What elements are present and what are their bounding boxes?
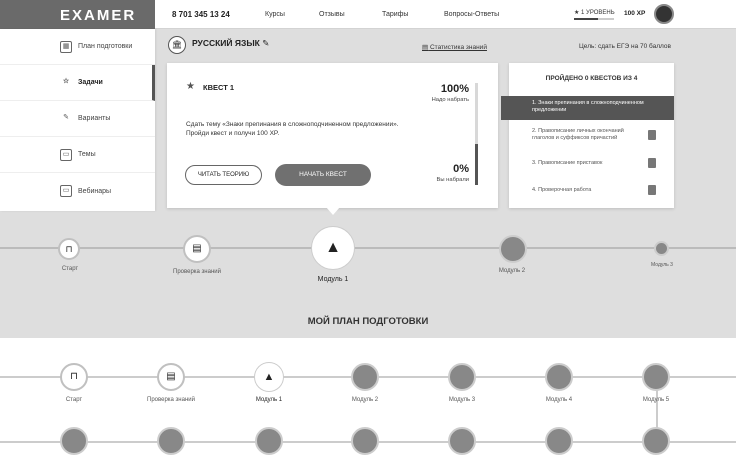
sidebar-item-label: План подготовки	[78, 43, 133, 50]
need-label: Надо набрать	[431, 97, 469, 103]
plan-node-module4[interactable]	[545, 363, 573, 391]
quest-list: ПРОЙДЕНО 0 КВЕСТОВ ИЗ 4 1. Знаки препина…	[501, 63, 674, 208]
sidebar-item-label: Вебинары	[78, 187, 112, 195]
logo[interactable]: EXAMER	[0, 0, 155, 29]
edit-icon[interactable]: ✎	[262, 38, 269, 48]
timeline-node-module2[interactable]	[499, 235, 527, 263]
pointer-arrow	[326, 207, 340, 215]
star-icon: ★	[186, 81, 195, 92]
book-icon: ▤	[166, 371, 176, 382]
sidebar-item-label: Задачи	[78, 79, 103, 86]
book-icon: ▤	[192, 243, 202, 254]
monitor-icon: ▭	[60, 185, 72, 197]
subject-icon: 🏛	[168, 36, 186, 54]
sidebar-item-label: Темы	[78, 151, 96, 158]
start-quest-button[interactable]: НАЧАТЬ КВЕСТ	[275, 164, 371, 186]
plan-node-row2[interactable]	[60, 427, 88, 455]
plan-node-row2[interactable]	[448, 427, 476, 455]
top-header: EXAMER 8 701 345 13 24 Курсы Отзывы Тари…	[0, 0, 736, 29]
quest-title: КВЕСТ 1	[203, 83, 235, 92]
plan-node-module5[interactable]	[642, 363, 670, 391]
level-badge: ★ 1 УРОВЕНЬ	[574, 10, 615, 16]
plan-label-module5: Модуль 5	[642, 397, 670, 403]
stats-link-label: Статистика знаний	[429, 44, 487, 51]
plan-label-module4: Модуль 4	[545, 397, 573, 403]
folder-icon: ▭	[60, 148, 72, 161]
sidebar: ▦ План подготовки ☆ Задачи ✎ Варианты ▭ Темы…	[0, 29, 155, 211]
timeline-node-check[interactable]: ▤	[183, 235, 211, 263]
goal-text: Цель: сдать ЕГЭ на 70 баллов	[579, 43, 671, 50]
flag-icon: ⊓	[70, 371, 78, 382]
timeline-track	[0, 247, 736, 249]
phone-number: 8 701 345 13 24	[172, 10, 230, 19]
quest-item-2[interactable]: 2. Правописание личных окончаний глаголо…	[509, 128, 644, 142]
quest-description: Сдать тему «Знаки препинания в сложнопод…	[186, 121, 399, 137]
quest-list-header: ПРОЙДЕНО 0 КВЕСТОВ ИЗ 4	[545, 75, 638, 82]
lock-icon	[648, 158, 656, 168]
sidebar-item-topics[interactable]: ▭ Темы	[0, 137, 155, 173]
plan-label-module1: Модуль 1	[255, 397, 283, 403]
plan-node-row2[interactable]	[545, 427, 573, 455]
plan-node-row2[interactable]	[642, 427, 670, 455]
plan-node-row2[interactable]	[255, 427, 283, 455]
timeline-node-start[interactable]: ⊓	[58, 238, 80, 260]
quest-progress-bar	[475, 83, 478, 185]
lock-icon	[648, 185, 656, 195]
xp-counter: 100 XP	[624, 10, 646, 17]
stats-link[interactable]: ▤ Статистика знаний	[422, 43, 487, 51]
timeline-node-module3[interactable]	[654, 241, 669, 256]
star-icon: ☆	[62, 77, 70, 85]
subject-title[interactable]: РУССКИЙ ЯЗЫК ✎	[192, 38, 269, 49]
timeline-label-module3: Модуль 3	[651, 262, 673, 268]
timeline-label-check: Проверка знаний	[173, 269, 221, 275]
timeline-label-module1: Модуль 1	[317, 276, 349, 283]
level-text: 1 УРОВЕНЬ	[581, 10, 615, 16]
read-theory-button[interactable]: ЧИТАТЬ ТЕОРИЮ	[185, 165, 262, 185]
got-label: Вы набрали	[436, 177, 469, 183]
nav-tariffs[interactable]: Тарифы	[382, 11, 408, 18]
plan-label-module2: Модуль 2	[351, 397, 379, 403]
sidebar-item-tasks[interactable]: ☆ Задачи	[0, 65, 155, 101]
lock-icon	[648, 130, 656, 140]
flag-mountain-icon: ▲	[263, 371, 275, 383]
sidebar-item-variants[interactable]: ✎ Варианты	[0, 101, 155, 137]
plan-section: ⊓ ▤ ▲ Старт Проверка знаний Модуль 1 Мод…	[0, 338, 736, 462]
plan-node-module1[interactable]: ▲	[255, 363, 283, 391]
got-percent: 0%	[453, 163, 469, 175]
plan-node-module2[interactable]	[351, 363, 379, 391]
plan-label-module3: Модуль 3	[448, 397, 476, 403]
quest-card: ★ КВЕСТ 1 Сдать тему «Знаки препинания в…	[167, 63, 498, 208]
need-percent: 100%	[440, 83, 469, 95]
plan-node-row2[interactable]	[157, 427, 185, 455]
plan-node-module3[interactable]	[448, 363, 476, 391]
sidebar-item-plan[interactable]: ▦ План подготовки	[0, 29, 155, 65]
flag-mountain-icon: ▲	[325, 239, 341, 256]
quest-item-1[interactable]: 1. Знаки препинания в сложноподчиненном …	[501, 96, 674, 120]
timeline-label-module2: Модуль 2	[498, 268, 526, 274]
plan-node-row2[interactable]	[351, 427, 379, 455]
nav-courses[interactable]: Курсы	[265, 11, 285, 18]
flag-icon: ⊓	[65, 244, 73, 254]
plan-title: МОЙ ПЛАН ПОДГОТОВКИ	[307, 316, 429, 327]
timeline-label-start: Старт	[61, 266, 79, 272]
chart-icon: ▤	[422, 44, 429, 51]
plan-node-check[interactable]: ▤	[157, 363, 185, 391]
sidebar-item-label: Варианты	[78, 115, 111, 122]
level-progress	[574, 18, 614, 20]
plan-node-start[interactable]: ⊓	[60, 363, 88, 391]
calendar-icon: ▦	[60, 40, 72, 53]
avatar[interactable]	[654, 4, 674, 24]
plan-label-check: Проверка знаний	[147, 397, 195, 403]
nav-reviews[interactable]: Отзывы	[319, 11, 345, 18]
quest-progress-fill	[475, 144, 478, 185]
timeline-node-module1[interactable]: ▲	[312, 227, 354, 269]
pencil-icon: ✎	[63, 113, 69, 121]
nav-faq[interactable]: Вопросы-Ответы	[444, 11, 499, 18]
plan-label-start: Старт	[65, 397, 83, 403]
subject-name: РУССКИЙ ЯЗЫК	[192, 38, 260, 48]
sidebar-item-webinars[interactable]: ▭ Вебинары	[0, 173, 155, 209]
